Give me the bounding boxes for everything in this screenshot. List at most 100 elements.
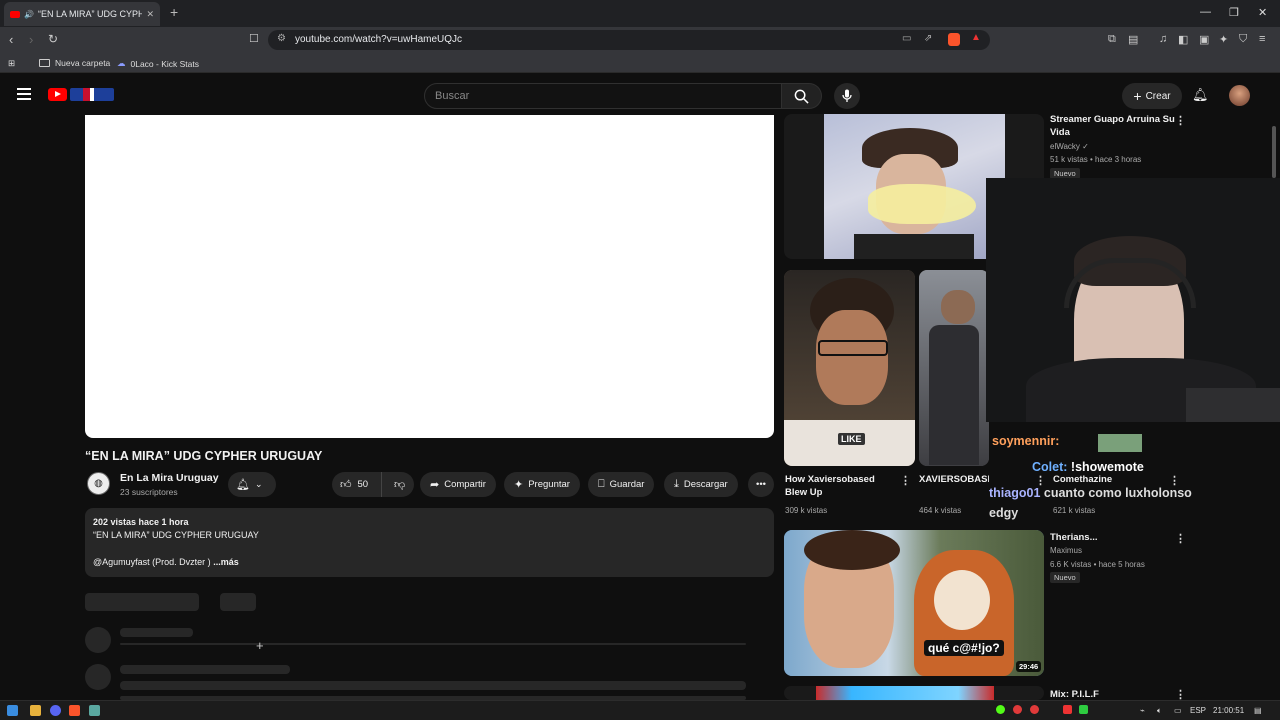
thumbs-down-icon: 👎︎ (394, 479, 406, 491)
video-stats: 51 k vistas • hace 3 horas (1050, 155, 1142, 164)
windows-start-icon[interactable] (7, 705, 18, 716)
description-box[interactable]: 202 vistas hace 1 hora “EN LA MIRA” UDG … (85, 508, 774, 577)
reload-icon[interactable]: ↻ (48, 32, 58, 46)
back-icon[interactable]: ‹ (9, 32, 13, 47)
new-tab-button[interactable]: + (170, 4, 178, 20)
app-tray-icon[interactable] (1079, 705, 1088, 714)
wallet-icon[interactable]: ▣ (1199, 33, 1209, 46)
dislike-button[interactable]: 👎︎ (387, 478, 405, 491)
sidebar-icon[interactable]: ◧ (1178, 33, 1188, 46)
more-vert-icon[interactable]: ⋮ (900, 474, 911, 487)
brave-browser-icon[interactable] (69, 705, 80, 716)
clock[interactable]: 21:00:51 (1213, 706, 1244, 715)
forward-icon[interactable]: › (29, 32, 33, 47)
recommended-thumbnail[interactable]: qué c@#!jo? 29:46 (784, 530, 1044, 676)
channel-name-link[interactable]: Maximus (1050, 544, 1082, 557)
channel-name-link[interactable]: elWacky ✓ (1050, 140, 1089, 153)
voice-search-button[interactable] (834, 83, 860, 109)
skeleton-line (120, 681, 746, 690)
share-label: Compartir (444, 479, 486, 490)
extensions-icon[interactable]: ⧉ (1108, 33, 1116, 46)
brave-rewards-icon[interactable]: ▲ (971, 32, 981, 43)
show-more-link[interactable]: ...más (213, 557, 239, 567)
browser-tab[interactable]: 🔊 “EN LA MIRA” UDG CYPHER U ✕ (4, 2, 160, 26)
record-tray-icon[interactable] (1030, 705, 1039, 714)
ask-button[interactable]: ✦ Preguntar (504, 472, 580, 497)
file-explorer-icon[interactable] (30, 705, 41, 716)
short-thumbnail[interactable]: LIKE (784, 270, 915, 466)
bookmark-kick-stats[interactable]: ☁ 0Laco - Kick Stats (117, 58, 199, 69)
skeleton-block (85, 593, 199, 611)
battery-icon[interactable]: ▭ (1174, 706, 1182, 715)
save-button[interactable]: ⎕ Guardar (588, 472, 655, 497)
bookmark-icon[interactable]: ☐ (249, 32, 259, 45)
close-tab-icon[interactable]: ✕ (146, 9, 154, 20)
video-title-link[interactable]: Streamer Guapo Arruina Su Vida (1050, 113, 1178, 139)
account-avatar[interactable] (1229, 85, 1250, 106)
skeleton-block (220, 593, 256, 611)
youtube-doodle[interactable] (70, 88, 114, 101)
youtube-header: Buscar + Crear 🔔︎ (0, 73, 1280, 115)
create-button[interactable]: + Crear (1122, 83, 1182, 109)
skeleton-line (120, 628, 193, 637)
more-actions-button[interactable]: ••• (748, 472, 774, 497)
discord-icon[interactable] (50, 705, 61, 716)
bookmark-folder[interactable]: Nueva carpeta (39, 58, 110, 68)
download-button[interactable]: ⤓ Descargar (664, 472, 738, 497)
address-bar[interactable]: ⚙ youtube.com/watch?v=uwHameUQJc ▭ ⇗ ▲ (268, 30, 990, 50)
short-title[interactable]: How Xaviersobased Blew Up (785, 473, 897, 499)
browser-tab-bar: 🔊 “EN LA MIRA” UDG CYPHER U ✕ + — ❐ ✕ (0, 0, 1280, 27)
language-indicator[interactable]: ESP (1190, 706, 1206, 715)
speaker-icon[interactable]: 🔊 (24, 10, 34, 19)
notepad-icon[interactable] (89, 705, 100, 716)
vpn-icon[interactable]: ⛉ (1239, 33, 1247, 46)
apps-grid-icon[interactable]: ⊞ (8, 58, 15, 69)
page-scrollbar[interactable] (1272, 126, 1276, 178)
video-title-link[interactable]: Therians... (1050, 531, 1098, 544)
address-toolbar: ‹ › ↻ ☐ ⚙ youtube.com/watch?v=uwHameUQJc… (0, 27, 1280, 53)
cast-icon[interactable]: ▭ (902, 33, 911, 44)
mix-thumbnail[interactable] (784, 686, 1044, 700)
notifications-bell-icon[interactable]: 🔔︎ (1192, 87, 1209, 103)
short-title[interactable]: XAVIERSOBASED TOOK MY HAT (919, 473, 989, 486)
app-tray-icon[interactable] (1063, 705, 1072, 714)
close-window-icon[interactable]: ✕ (1258, 6, 1267, 19)
menu-icon[interactable]: ≡ (1259, 33, 1265, 45)
share-button[interactable]: ➦ Compartir (420, 472, 496, 497)
share-icon[interactable]: ⇗ (924, 33, 932, 44)
hamburger-menu-icon[interactable] (17, 88, 31, 103)
reader-icon[interactable]: ▤ (1128, 33, 1138, 46)
subscription-bell-button[interactable]: 🔔︎ ⌄ (228, 472, 276, 497)
microphone-icon (842, 89, 852, 102)
short-thumbnail[interactable] (919, 270, 989, 466)
chat-message: edgy (989, 506, 1018, 520)
notifications-icon[interactable]: ▤ (1254, 706, 1262, 715)
youtube-logo[interactable] (48, 88, 67, 101)
channel-avatar[interactable]: ◍ (87, 472, 110, 495)
search-input[interactable]: Buscar (424, 83, 782, 109)
thumbnail-caption: LIKE (838, 433, 865, 445)
brave-shields-icon[interactable] (948, 33, 960, 46)
thumbs-up-icon: 👍︎ (340, 479, 352, 491)
obs-tray-icon[interactable] (1013, 705, 1022, 714)
restore-icon[interactable]: ❐ (1229, 6, 1239, 19)
channel-name[interactable]: En La Mira Uruguay (120, 472, 219, 484)
short-title[interactable]: Comethazine (1053, 473, 1112, 486)
kick-tray-icon[interactable] (996, 705, 1005, 714)
video-player[interactable] (85, 115, 774, 438)
more-vert-icon[interactable]: ⋮ (1175, 114, 1186, 127)
save-bookmark-icon: ⎕ (598, 478, 605, 490)
volume-icon[interactable]: 🔈︎ (1157, 706, 1162, 716)
search-placeholder: Buscar (435, 90, 470, 102)
network-icon[interactable]: ⌁ (1140, 706, 1145, 715)
more-vert-icon[interactable]: ⋮ (1175, 532, 1186, 545)
leo-icon[interactable]: ✦ (1219, 33, 1228, 46)
like-button[interactable]: 👍︎ 50 (332, 472, 382, 497)
site-info-icon[interactable]: ⚙ (277, 33, 286, 44)
minimize-icon[interactable]: — (1200, 6, 1211, 18)
search-button[interactable] (782, 83, 822, 109)
download-label: Descargar (683, 479, 728, 490)
description-handle[interactable]: @Agumuyfast (Prod. Dvzter ) (93, 557, 211, 567)
music-icon[interactable]: ♫ (1159, 33, 1167, 45)
skeleton-line (120, 665, 290, 674)
